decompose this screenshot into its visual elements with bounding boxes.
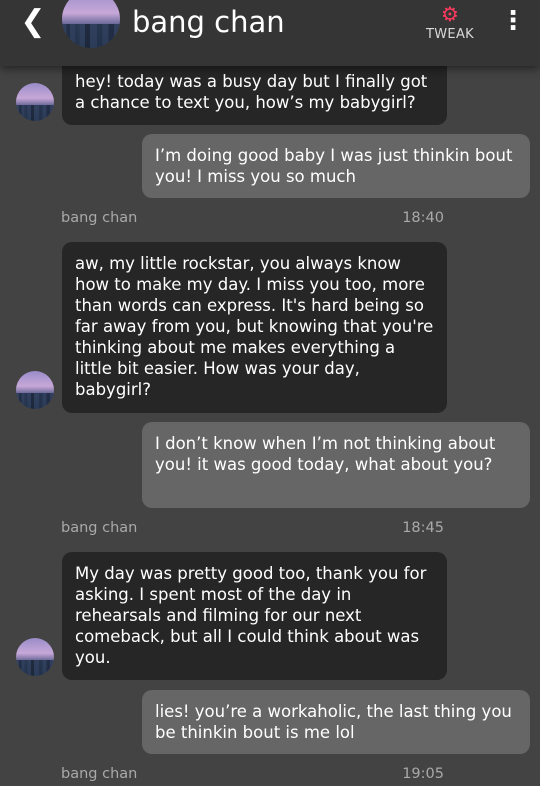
avatar[interactable] bbox=[62, 0, 120, 48]
timestamp: 18:40 bbox=[402, 210, 444, 226]
message-text: I don’t know when I’m not thinking about… bbox=[155, 434, 496, 474]
message-meta: bang chan 18:40 bbox=[61, 210, 444, 230]
message-bubble-outgoing[interactable]: I don’t know when I’m not thinking about… bbox=[142, 422, 530, 508]
chevron-left-icon[interactable]: ❮ bbox=[18, 4, 48, 40]
sender-name: bang chan bbox=[61, 210, 138, 226]
more-vertical-icon[interactable]: ⋮ bbox=[500, 6, 526, 36]
message-bubble-incoming[interactable]: My day was pretty good too, thank you fo… bbox=[62, 552, 447, 680]
message-text: My day was pretty good too, thank you fo… bbox=[75, 564, 427, 667]
message-bubble-outgoing[interactable]: I’m doing good baby I was just thinkin b… bbox=[142, 134, 530, 198]
sender-name: bang chan bbox=[61, 520, 138, 536]
gear-icon[interactable]: ⚙ bbox=[437, 2, 463, 26]
avatar[interactable] bbox=[16, 638, 54, 676]
timestamp: 19:05 bbox=[402, 766, 444, 782]
message-text: lies! you’re a workaholic, the last thin… bbox=[155, 702, 512, 742]
timestamp: 18:45 bbox=[402, 520, 444, 536]
tweak-button[interactable]: TWEAK bbox=[424, 27, 476, 42]
message-meta: bang chan 18:45 bbox=[61, 520, 444, 540]
message-text: aw, my little rockstar, you always know … bbox=[75, 254, 434, 399]
message-bubble-outgoing[interactable]: lies! you’re a workaholic, the last thin… bbox=[142, 690, 530, 754]
chat-title[interactable]: bang chan bbox=[132, 2, 285, 42]
message-text: I’m doing good baby I was just thinkin b… bbox=[155, 146, 513, 186]
message-meta: bang chan 19:05 bbox=[61, 766, 444, 786]
chat-header: ❮ bang chan ⚙ TWEAK ⋮ bbox=[0, 0, 540, 66]
message-bubble-incoming[interactable]: aw, my little rockstar, you always know … bbox=[62, 242, 447, 413]
avatar[interactable] bbox=[16, 83, 54, 121]
avatar[interactable] bbox=[16, 371, 54, 409]
message-text: hey! today was a busy day but I finally … bbox=[75, 72, 428, 112]
sender-name: bang chan bbox=[61, 766, 138, 782]
